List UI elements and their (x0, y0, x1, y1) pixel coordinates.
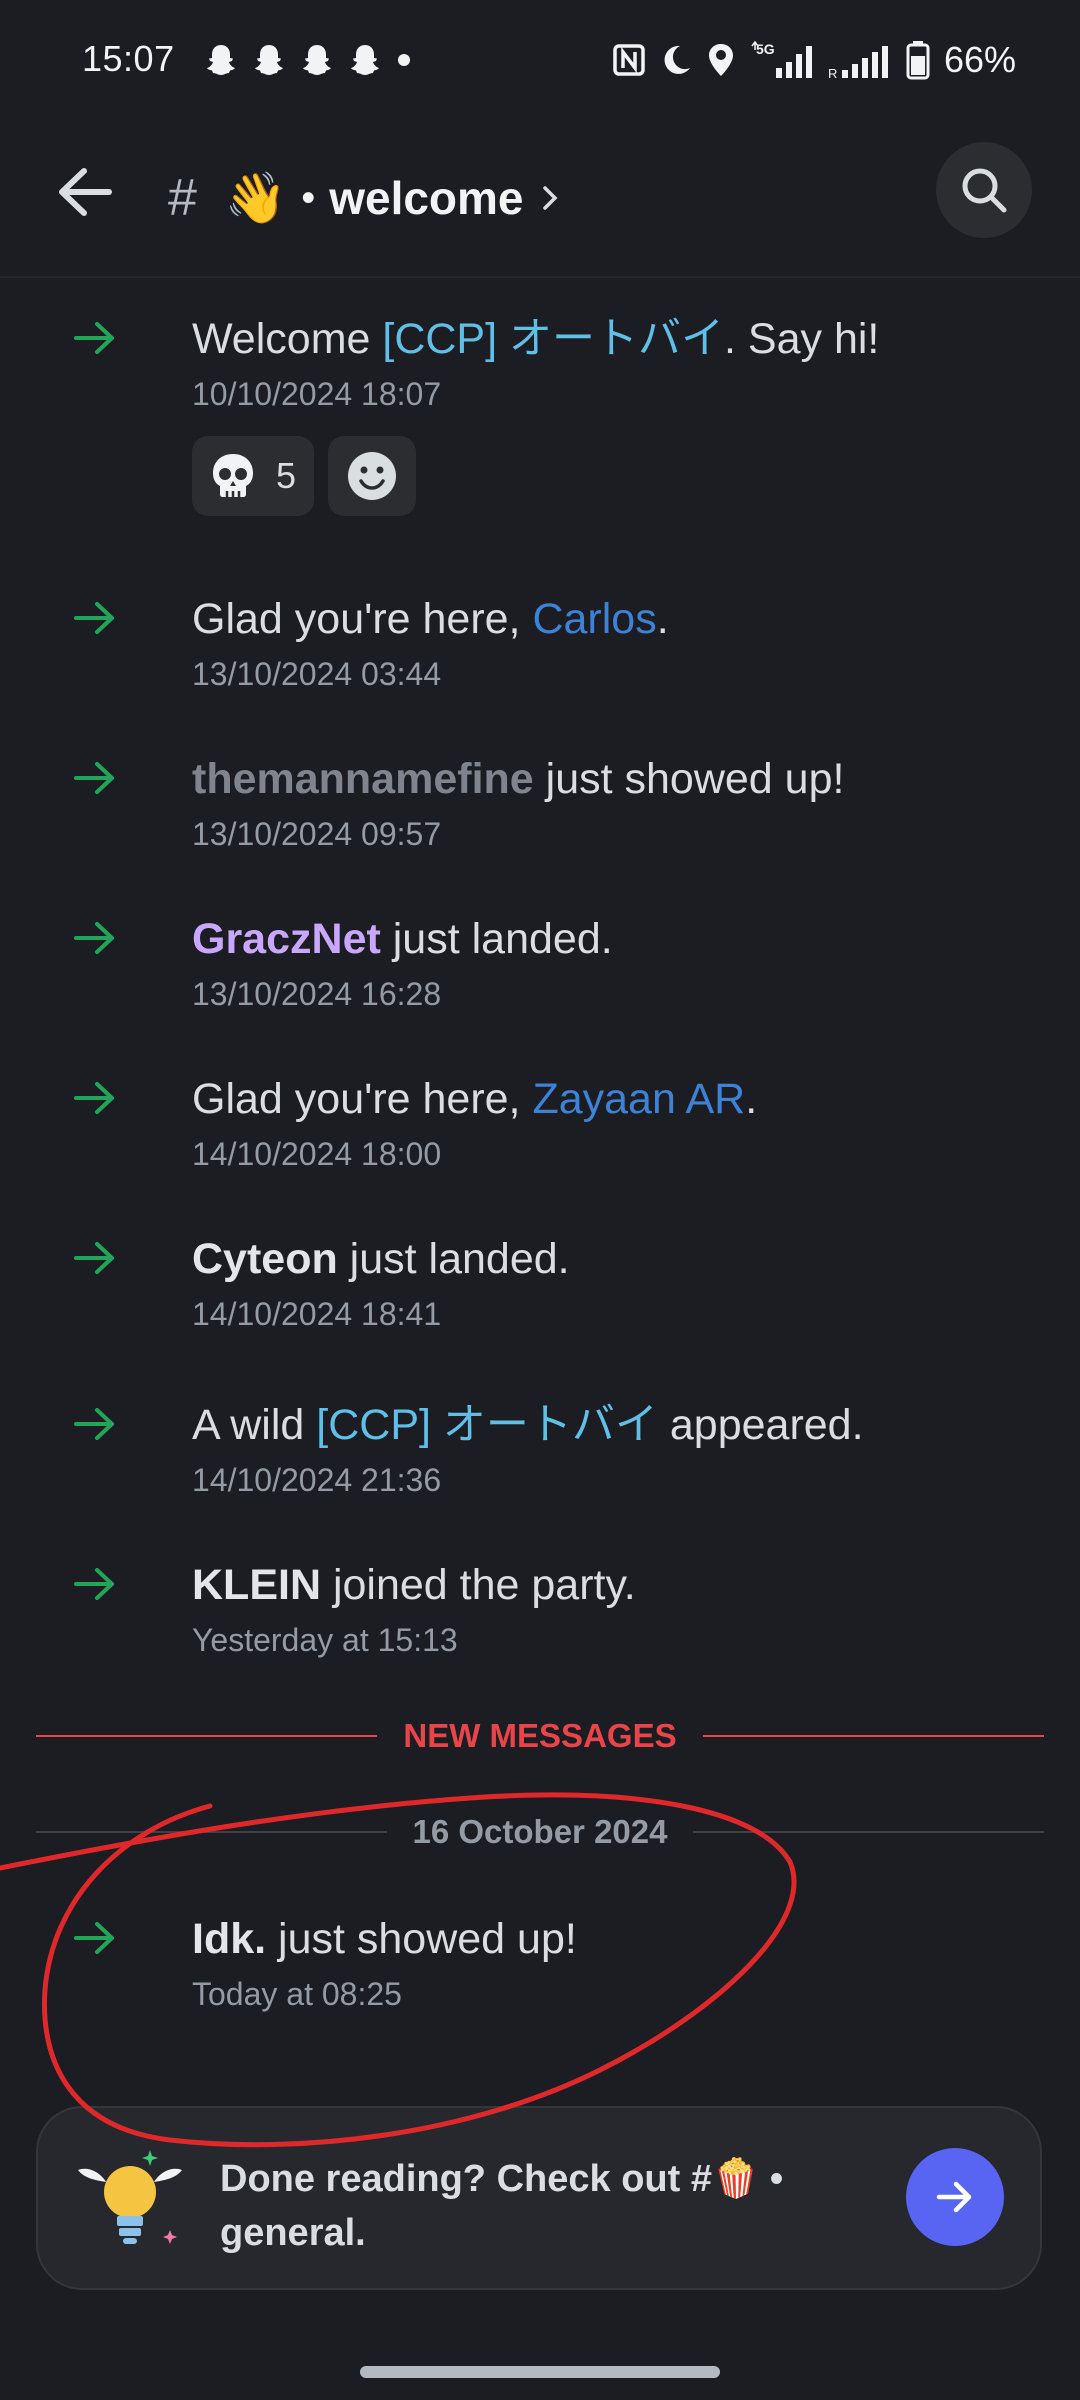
message-text: themannamefine just showed up! (192, 750, 844, 808)
message-timestamp: 10/10/2024 18:07 (192, 376, 442, 412)
join-arrow-icon (74, 1408, 114, 1440)
5g-signal-icon: 5G (751, 40, 812, 78)
message-prefix: Glad you're here, (192, 595, 533, 643)
message-timestamp: 14/10/2024 18:41 (192, 1296, 442, 1332)
message-suffix: joined the party. (321, 1561, 636, 1609)
location-icon (708, 44, 733, 76)
add-reaction-icon (348, 452, 397, 500)
back-button[interactable] (52, 160, 116, 224)
username-link[interactable]: Idk. (192, 1915, 266, 1963)
message-suffix: . (745, 1075, 758, 1123)
message-prefix: Welcome (192, 315, 383, 363)
search-button[interactable] (936, 142, 1032, 238)
snapchat-icon (207, 45, 235, 75)
chevron-right-icon (542, 186, 557, 210)
message-suffix: . (656, 595, 669, 643)
message-timestamp: 13/10/2024 09:57 (192, 816, 442, 852)
username-link[interactable]: KLEIN (192, 1561, 321, 1609)
system-icons: 5G R 66% (612, 38, 1016, 82)
moon-icon (664, 45, 690, 74)
more-dot-icon (398, 54, 410, 66)
username-link[interactable]: Cyteon (192, 1235, 338, 1283)
prompt-line-2: general. (220, 2212, 366, 2254)
status-bar: 15:07 5G R 66% (0, 0, 1080, 120)
message-timestamp: Yesterday at 15:13 (192, 1622, 458, 1658)
message-suffix: just landed. (337, 1235, 570, 1283)
reaction-count: 5 (276, 455, 297, 496)
message-text: KLEIN joined the party. (192, 1556, 636, 1614)
skull-reaction[interactable]: 5 (192, 436, 315, 516)
message-text: GraczNet just landed. (192, 910, 613, 968)
message-timestamp: 14/10/2024 21:36 (192, 1462, 442, 1498)
hash-icon: # (168, 169, 197, 227)
username-link[interactable]: themannamefine (192, 755, 534, 803)
username-link[interactable]: Zayaan AR (532, 1075, 745, 1123)
back-arrow-icon (59, 168, 112, 216)
next-channel-prompt[interactable]: Done reading? Check out #🍿 • general. (36, 2106, 1042, 2290)
snapchat-icon (351, 45, 379, 75)
reactions-row: 5 (192, 436, 417, 516)
prompt-line-1: Done reading? Check out #🍿 • (220, 2158, 784, 2200)
date-label: 16 October 2024 (386, 1813, 694, 1850)
home-indicator[interactable] (360, 2366, 720, 2378)
join-arrow-icon (74, 1242, 114, 1274)
message-prefix: A wild (192, 1401, 317, 1449)
message-text: Glad you're here, Zayaan AR. (192, 1070, 757, 1128)
username-link[interactable]: Carlos (532, 595, 656, 643)
signal-icon: R (828, 46, 888, 80)
new-messages-divider: NEW MESSAGES (36, 1716, 1044, 1756)
message-timestamp: 13/10/2024 16:28 (192, 976, 442, 1012)
join-arrow-icon (74, 762, 114, 794)
channel-header: # 👋 • welcome (0, 120, 1080, 278)
prompt-text: Done reading? Check out #🍿 • general. (220, 2152, 900, 2260)
message-text: A wild [CCP] オートバイ appeared. (192, 1396, 864, 1454)
message-timestamp: 13/10/2024 03:44 (192, 656, 442, 692)
message-prefix: Glad you're here, (192, 1075, 533, 1123)
new-messages-label: NEW MESSAGES (377, 1717, 703, 1754)
message-text: Cyteon just landed. (192, 1230, 570, 1288)
message-text: Welcome [CCP] オートバイ. Say hi! (192, 310, 879, 368)
channel-title-button[interactable]: # 👋 • welcome (168, 158, 558, 238)
channel-name: welcome (329, 172, 524, 224)
join-arrow-icon (74, 602, 114, 634)
svg-text:R: R (828, 66, 837, 80)
message-suffix: . Say hi! (724, 315, 880, 363)
status-time: 15:07 (82, 38, 175, 79)
join-arrow-icon (74, 1082, 114, 1114)
wave-emoji: 👋 (224, 169, 288, 226)
message-timestamp: 14/10/2024 18:00 (192, 1136, 442, 1172)
username-link[interactable]: GraczNet (192, 915, 381, 963)
battery-percent: 66% (943, 39, 1016, 80)
username-link[interactable]: [CCP] オートバイ (316, 1401, 658, 1449)
skull-icon (213, 454, 253, 497)
join-arrow-icon (74, 322, 114, 354)
join-arrow-icon (74, 1922, 114, 1954)
nfc-icon (613, 44, 645, 76)
username-link[interactable]: [CCP] オートバイ (382, 315, 724, 363)
date-divider: 16 October 2024 (36, 1812, 1044, 1852)
join-arrow-icon (74, 1568, 114, 1600)
message-suffix: just showed up! (533, 755, 845, 803)
battery-icon (906, 41, 930, 80)
arrow-right-icon (936, 2181, 972, 2213)
message-suffix: just showed up! (266, 1915, 577, 1963)
message-suffix: appeared. (657, 1401, 864, 1449)
message-text: Glad you're here, Carlos. (192, 590, 669, 648)
message-text: Idk. just showed up! (192, 1910, 577, 1968)
join-arrow-icon (74, 922, 114, 954)
add-reaction-button[interactable] (328, 436, 417, 516)
svg-text:5G: 5G (756, 41, 775, 57)
separator-dot: • (301, 175, 316, 220)
snapchat-icon (255, 45, 283, 75)
notification-icons (205, 42, 411, 78)
snapchat-icon (303, 45, 331, 75)
search-icon (962, 168, 1007, 213)
lightbulb-icon (78, 2150, 182, 2244)
go-to-channel-button[interactable] (906, 2148, 1004, 2246)
message-timestamp: Today at 08:25 (192, 1976, 402, 2012)
message-suffix: just landed. (380, 915, 613, 963)
